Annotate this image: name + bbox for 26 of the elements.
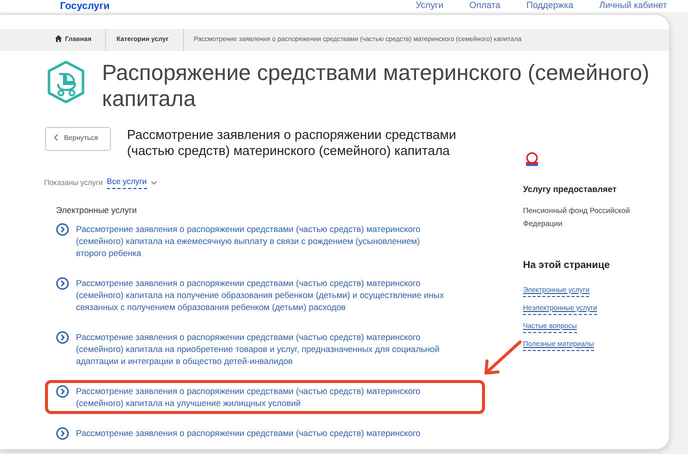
fund-logo <box>523 151 541 169</box>
toc-title: На этой странице <box>523 258 611 273</box>
chevron-circle-icon <box>56 426 69 440</box>
stroller-icon <box>46 60 86 104</box>
subtitle: Рассмотрение заявления о распоряжении средствами (частью средств) материнского (семейного) капитала <box>126 127 458 159</box>
site-logo[interactable]: Госуслуги <box>60 0 110 12</box>
chevron-left-icon <box>54 134 58 141</box>
home-icon <box>55 35 62 42</box>
section-title: Электронные услуги <box>56 204 138 217</box>
nav-link[interactable]: Поддержка <box>526 0 574 12</box>
caret-icon <box>150 180 157 184</box>
chevron-circle-icon <box>56 222 69 236</box>
nav-link[interactable]: Услуги <box>416 0 444 12</box>
account-link[interactable]: Личный кабинет <box>599 0 668 12</box>
service-link[interactable]: Рассмотрение заявления о распоряжении средствами (частью средств) материнского (семейного) капитала на приобретение товаров и услуг, предназначенных для социальной адаптации и интеграции в общество детей-инвалидов <box>76 330 444 367</box>
chevron-circle-icon <box>56 276 69 290</box>
nav-link[interactable]: Оплата <box>469 0 500 12</box>
page-title: Распоряжение средствами материнского (семейного) капитала <box>102 60 650 112</box>
service-link[interactable]: Рассмотрение заявления о распоряжении средствами (частью средств) материнского (семейного) капитала на ежемесячную выплату в связи с рождением (усыновлением) второго ребенка <box>76 222 444 259</box>
chevron-circle-icon <box>56 384 69 398</box>
service-link[interactable]: Рассмотрение заявления о распоряжении средствами (частью средств) материнского (семейного) капитала на получение образования ребенком (детьми) и осуществление иных связанных с получением образования ребенком (детьми) расходов <box>76 276 444 313</box>
provider-title: Услугу предоставляет <box>523 183 618 196</box>
service-link[interactable]: Рассмотрение заявления о распоряжении средствами (частью средств) материнского <box>76 426 420 440</box>
filter-dropdown[interactable]: Все услуги <box>106 176 147 189</box>
chevron-circle-icon <box>56 330 69 344</box>
service-link[interactable]: Рассмотрение заявления о распоряжении средствами (частью средств) материнского (семейного) капитала на улучшение жилищных условий <box>76 384 444 409</box>
